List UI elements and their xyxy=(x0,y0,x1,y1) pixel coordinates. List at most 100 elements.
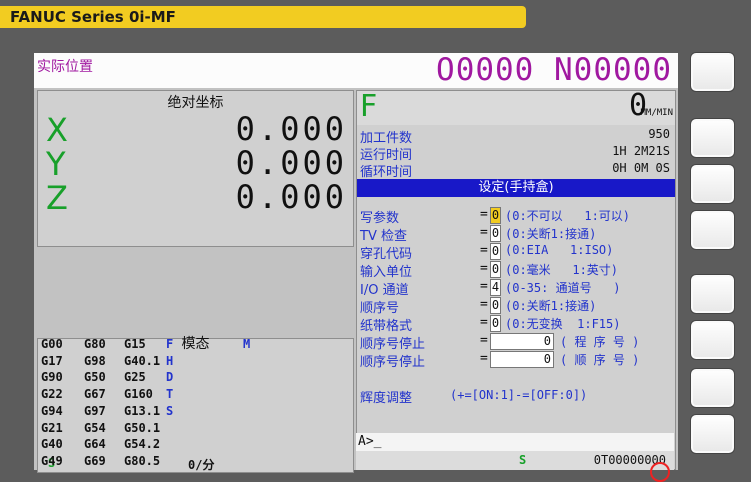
axis-z-name: Z xyxy=(46,179,68,217)
axis-y-name: Y xyxy=(46,145,66,183)
setting-row[interactable]: 纸带格式 = 0 (0:无变换 1:F15) xyxy=(360,315,672,334)
softkey-1[interactable] xyxy=(690,52,735,92)
settings-header: 设定(手持盒) xyxy=(357,179,675,197)
brand-logo: FANUC Series 0i-MF xyxy=(10,8,176,26)
brightness-label: 辉度调整 xyxy=(360,391,413,406)
setting-value-field[interactable]: 0 xyxy=(490,243,501,260)
softkey-8[interactable] xyxy=(690,414,735,454)
setting-row[interactable]: TV 检查 = 0 (0:关断1:接通) xyxy=(360,225,672,244)
emergency-indicator-icon xyxy=(650,462,670,482)
modal-gcode: G40 xyxy=(41,437,63,452)
setting-row[interactable]: 顺序号停止 = 0 ( 程 序 号 ) xyxy=(360,333,672,352)
setting-label: TV 检查 xyxy=(360,229,407,244)
modal-gcode: G54.2 xyxy=(124,437,161,452)
axis-row-z: Z 0.000 xyxy=(38,178,353,217)
status-spindle-label: S xyxy=(519,453,527,467)
info-value: 0H 0M 0S xyxy=(612,161,670,175)
modal-gcode: G15 xyxy=(124,337,146,351)
setting-value-field[interactable]: 0 xyxy=(490,207,501,224)
modal-address-letter: F xyxy=(166,337,174,351)
brand-bar: FANUC Series 0i-MF xyxy=(0,6,526,28)
axis-x-name: X xyxy=(46,111,68,149)
setting-description: (0:毫米 1:英寸) xyxy=(505,263,619,277)
setting-value-field[interactable]: 0 xyxy=(490,315,501,332)
setting-label: 穿孔代码 xyxy=(360,247,413,262)
modal-panel: 模态 M S 0/分 G00 G80 G15 F G17 G98 G40.1 H G90 G50 G… xyxy=(37,336,354,473)
setting-label: 写参数 xyxy=(360,211,400,226)
info-row-parts: 加工件数 950 xyxy=(360,127,672,146)
info-value: 950 xyxy=(648,127,670,141)
setting-value-field[interactable]: 0 xyxy=(490,351,554,368)
equals-sign: = xyxy=(480,351,488,366)
info-label: 循环时间 xyxy=(360,165,413,180)
setting-row[interactable]: 输入单位 = 0 (0:毫米 1:英寸) xyxy=(360,261,672,280)
modal-gcode: G13.1 xyxy=(124,403,161,418)
equals-sign: = xyxy=(480,261,488,276)
key-input-line[interactable]: A>_ xyxy=(356,433,674,451)
modal-gcode: G90 xyxy=(41,370,63,385)
modal-gcode: G67 xyxy=(84,387,106,402)
brightness-desc: (+=[ON:1]-=[OFF:0]) xyxy=(450,388,588,402)
setting-description: (0:EIA 1:ISO) xyxy=(505,243,614,257)
setting-label: 顺序号 xyxy=(360,301,400,316)
equals-sign: = xyxy=(480,315,488,330)
modal-gcode: G64 xyxy=(84,437,106,452)
modal-gcode: G00 xyxy=(41,337,63,351)
modal-gcode: G160 xyxy=(124,387,153,402)
feed-unit: MM/MIN xyxy=(640,108,673,118)
program-number: O0000 N00000 xyxy=(436,52,672,88)
setting-row[interactable]: 顺序号 = 0 (0:关断1:接通) xyxy=(360,297,672,316)
setting-label: 顺序号停止 xyxy=(360,337,426,352)
setting-description: ( 程 序 号 ) xyxy=(560,335,640,349)
setting-value-field[interactable]: 0 xyxy=(490,225,501,242)
setting-label: 纸带格式 xyxy=(360,319,413,334)
modal-gcode: G22 xyxy=(41,387,63,402)
setting-value-field[interactable]: 0 xyxy=(490,297,501,314)
screen-header: 实际位置 O0000 N00000 xyxy=(34,53,678,88)
setting-value-field[interactable]: 4 xyxy=(490,279,501,296)
softkey-6[interactable] xyxy=(690,320,735,360)
setting-row[interactable]: 写参数 = 0 (0:不可以 1:可以) xyxy=(360,207,672,226)
setting-row[interactable]: 顺序号停止 = 0 ( 顺 序 号 ) xyxy=(360,351,672,370)
feed-label: F xyxy=(360,89,378,124)
modal-gcode: G69 xyxy=(84,453,106,468)
setting-label: 顺序号停止 xyxy=(360,355,426,370)
equals-sign: = xyxy=(480,243,488,258)
setting-row[interactable]: 穿孔代码 = 0 (0:EIA 1:ISO) xyxy=(360,243,672,262)
modal-spindle-value: 0/分 xyxy=(188,458,215,472)
cnc-screen: 实际位置 O0000 N00000 绝对坐标 X 0.000 Y 0.000 Z… xyxy=(34,53,678,473)
softkey-5[interactable] xyxy=(690,274,735,314)
modal-gcode: G80.5 xyxy=(124,453,161,468)
softkey-4[interactable] xyxy=(690,210,735,250)
softkey-7[interactable] xyxy=(690,368,735,408)
setting-description: (0:无变换 1:F15) xyxy=(505,317,621,331)
equals-sign: = xyxy=(480,279,488,294)
modal-gcode: G25 xyxy=(124,370,146,385)
softkey-2[interactable] xyxy=(690,118,735,158)
modal-m-label: M xyxy=(243,337,251,351)
setting-row[interactable]: I/O 通道 = 4 (0-35: 通道号 ) xyxy=(360,279,672,298)
axis-row-y: Y 0.000 xyxy=(38,144,353,183)
modal-gcode: G17 xyxy=(41,353,63,368)
status-bar: S 0T00000000 xyxy=(356,451,674,470)
info-row-cycle: 循环时间 0H 0M 0S xyxy=(360,161,672,180)
modal-address-letter: D xyxy=(166,370,174,385)
modal-gcode: G94 xyxy=(41,403,63,418)
modal-gcode: G40.1 xyxy=(124,353,161,368)
info-value: 1H 2M21S xyxy=(612,144,670,158)
absolute-title: 绝对坐标 xyxy=(167,95,224,111)
equals-sign: = xyxy=(480,297,488,312)
axis-z-value: 0.000 xyxy=(235,178,347,216)
softkey-3[interactable] xyxy=(690,164,735,204)
equals-sign: = xyxy=(480,225,488,240)
modal-address-letter: S xyxy=(166,403,174,418)
equals-sign: = xyxy=(480,333,488,348)
setting-value-field[interactable]: 0 xyxy=(490,333,554,350)
modal-gcode: G49 xyxy=(41,453,63,468)
settings-panel: F 0 MM/MIN 加工件数 950 运行时间 1H 2M21S 循环时间 0… xyxy=(356,88,676,470)
setting-value-field[interactable]: 0 xyxy=(490,261,501,278)
setting-description: (0:关断1:接通) xyxy=(505,299,597,313)
setting-description: (0:不可以 1:可以) xyxy=(505,209,631,223)
modal-gcode: G50 xyxy=(84,370,106,385)
modal-gcode: G98 xyxy=(84,353,106,368)
